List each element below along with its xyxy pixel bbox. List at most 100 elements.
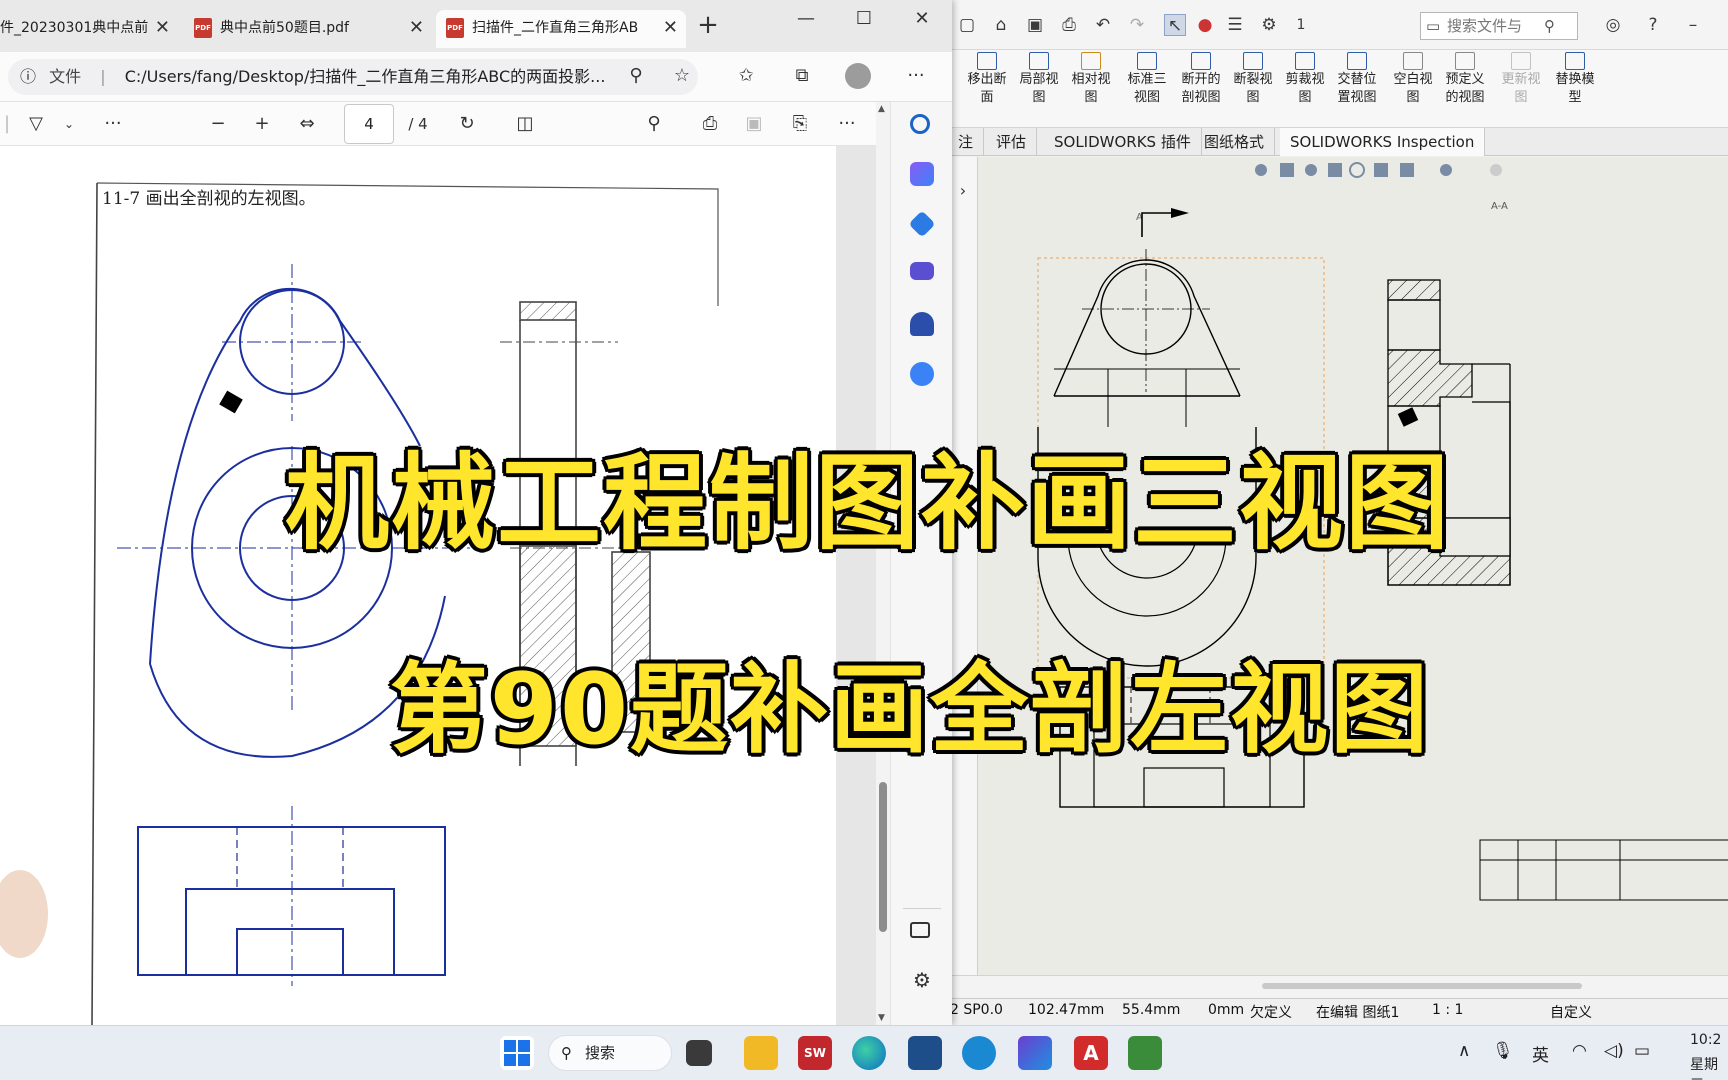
- window-minimize-icon[interactable]: —: [786, 8, 826, 29]
- pdf-viewport[interactable]: 11-7 画出全剖视的左视图。: [0, 146, 876, 1025]
- horizontal-scrollbar[interactable]: [950, 975, 1728, 997]
- ribbon-crop-view[interactable]: 剪裁视 图: [1280, 52, 1330, 107]
- ribbon-alternate-position[interactable]: 交替位 置视图: [1332, 52, 1382, 107]
- taskbar-search[interactable]: ⚲ 搜索: [548, 1035, 672, 1071]
- expand-panel-icon[interactable]: ›: [952, 181, 974, 203]
- ribbon-break-view[interactable]: 断裂视 图: [1228, 52, 1278, 107]
- fit-width-icon[interactable]: ⇔: [292, 110, 322, 138]
- address-bar[interactable]: ⓘ 文件 | C:/Users/fang/Desktop/扫描件_二作直角三角形…: [8, 59, 698, 95]
- battery-icon[interactable]: ▭: [1634, 1041, 1650, 1061]
- sidebar-settings-icon[interactable]: ⚙: [910, 968, 934, 992]
- ribbon-detail-view[interactable]: 局部视 图: [1014, 52, 1064, 107]
- settings-more-icon[interactable]: ···: [902, 62, 930, 90]
- redo-icon[interactable]: ↷: [1126, 14, 1148, 36]
- find-icon[interactable]: ⚲: [640, 110, 668, 138]
- file-properties-icon[interactable]: ☰: [1224, 14, 1246, 36]
- close-tab-icon[interactable]: ✕: [658, 10, 678, 46]
- scroll-down-icon[interactable]: ▼: [878, 1013, 885, 1023]
- wifi-icon[interactable]: ◠: [1572, 1041, 1587, 1061]
- open-file-icon[interactable]: ⌂: [990, 14, 1012, 36]
- close-tab-icon[interactable]: ✕: [409, 10, 424, 46]
- page-view-icon[interactable]: ◫: [510, 110, 540, 138]
- task-view-icon[interactable]: [686, 1040, 712, 1066]
- print-icon[interactable]: ⎙: [1058, 14, 1080, 36]
- pdf-more-icon[interactable]: ···: [832, 110, 862, 138]
- tab-annotation[interactable]: 注: [948, 128, 985, 156]
- page-number-input[interactable]: 4: [344, 104, 394, 144]
- games-icon[interactable]: [910, 312, 934, 336]
- favorites-icon[interactable]: ✩: [732, 62, 760, 90]
- volume-icon[interactable]: ◁): [1604, 1041, 1624, 1061]
- favorite-star-icon[interactable]: ☆: [668, 62, 696, 90]
- user-icon[interactable]: ◎: [1602, 14, 1624, 36]
- ribbon-standard-3-view[interactable]: 标准三 视图: [1122, 52, 1172, 107]
- collections-icon[interactable]: ⧉: [788, 62, 816, 90]
- ribbon-update-view[interactable]: 更新视 图: [1496, 52, 1546, 107]
- zoom-out-button[interactable]: −: [204, 110, 232, 138]
- rotate-icon[interactable]: ↻: [452, 110, 482, 138]
- clock-time[interactable]: 10:2: [1690, 1032, 1721, 1048]
- undo-icon[interactable]: ↶: [1092, 14, 1114, 36]
- hide-sidebar-icon[interactable]: [910, 922, 930, 938]
- save-icon[interactable]: ▣: [740, 110, 768, 138]
- scroll-thumb[interactable]: [879, 782, 887, 932]
- shopping-tag-icon[interactable]: [908, 210, 936, 238]
- ribbon-replace-model[interactable]: 替换模 型: [1550, 52, 1600, 107]
- search-input[interactable]: ▭ 搜索文件与 ⚲: [1420, 12, 1578, 40]
- save-icon[interactable]: ▣: [1024, 14, 1046, 36]
- options-gear-icon[interactable]: ⚙: [1258, 14, 1280, 36]
- presentation-app-icon[interactable]: [908, 1036, 942, 1070]
- tab-evaluate[interactable]: 评估: [986, 128, 1038, 156]
- browser-tab-1[interactable]: 件_20230301典中点前 ✕: [0, 10, 178, 48]
- browser-app-icon[interactable]: [962, 1036, 996, 1070]
- window-close-icon[interactable]: ✕: [902, 8, 942, 29]
- print-icon[interactable]: ⎙: [696, 110, 724, 138]
- scroll-thumb[interactable]: [1262, 983, 1582, 989]
- file-explorer-icon[interactable]: [744, 1036, 778, 1070]
- tab-solidworks-inspection[interactable]: SOLIDWORKS Inspection: [1280, 128, 1486, 156]
- copilot-icon[interactable]: [910, 162, 934, 186]
- ribbon-removed-section[interactable]: 移出断 面: [962, 52, 1012, 107]
- zoom-icon[interactable]: ⚲: [622, 62, 650, 90]
- ribbon-broken-out-section[interactable]: 断开的 剖视图: [1176, 52, 1226, 107]
- tab-sheet-format[interactable]: 图纸格式: [1194, 128, 1276, 156]
- close-tab-icon[interactable]: ✕: [155, 10, 170, 46]
- profile-avatar-icon[interactable]: [844, 62, 872, 90]
- chevron-down-icon[interactable]: ⌄: [58, 110, 80, 138]
- scroll-up-icon[interactable]: ▲: [878, 104, 885, 114]
- new-file-icon[interactable]: ▢: [956, 14, 978, 36]
- rebuild-icon[interactable]: ●: [1194, 14, 1216, 36]
- highlight-icon[interactable]: ▽: [22, 110, 50, 138]
- browser-tab-3-active[interactable]: PDF 扫描件_二作直角三角形AB ✕: [436, 10, 686, 48]
- browser-tab-2[interactable]: PDF 典中点前50题目.pdf ✕: [186, 10, 432, 48]
- heads-up-view-toolbar[interactable]: [1255, 162, 1502, 178]
- new-tab-icon[interactable]: +: [688, 10, 728, 40]
- zoom-in-button[interactable]: +: [248, 110, 276, 138]
- tools-briefcase-icon[interactable]: [910, 262, 934, 280]
- ribbon-empty-view[interactable]: 空白视 图: [1388, 52, 1438, 107]
- microsoft-365-icon[interactable]: [910, 362, 934, 386]
- ribbon-predefined-view[interactable]: 预定义 的视图: [1440, 52, 1490, 107]
- start-button[interactable]: [500, 1036, 534, 1070]
- ime-indicator[interactable]: 英: [1532, 1041, 1549, 1066]
- info-icon[interactable]: ⓘ: [20, 67, 36, 86]
- minimize-icon[interactable]: –: [1682, 14, 1704, 36]
- status-units[interactable]: 自定义: [1550, 1002, 1592, 1022]
- window-maximize-icon[interactable]: ☐: [844, 8, 884, 29]
- search-sidebar-icon[interactable]: [910, 114, 930, 134]
- recorder-app-icon[interactable]: [1128, 1036, 1162, 1070]
- autocad-icon[interactable]: A: [1074, 1036, 1108, 1070]
- solidworks-taskbar-icon[interactable]: SW: [798, 1036, 832, 1070]
- select-icon[interactable]: ↖: [1164, 14, 1186, 36]
- tray-overflow-icon[interactable]: ∧: [1458, 1041, 1470, 1061]
- help-icon[interactable]: ?: [1642, 14, 1664, 36]
- photos-app-icon[interactable]: [1018, 1036, 1052, 1070]
- edge-taskbar-icon[interactable]: [852, 1036, 886, 1070]
- more-tools-icon[interactable]: ···: [98, 110, 128, 138]
- microphone-icon[interactable]: 🎙︎: [1492, 1041, 1514, 1061]
- ribbon-relative-view[interactable]: 相对视 图: [1066, 52, 1116, 107]
- tab-solidworks-addins[interactable]: SOLIDWORKS 插件: [1044, 128, 1202, 156]
- status-scale[interactable]: 1 : 1: [1432, 1002, 1463, 1018]
- save-as-icon[interactable]: ⎘: [786, 110, 814, 138]
- clock-date[interactable]: 星期三: [1690, 1054, 1728, 1080]
